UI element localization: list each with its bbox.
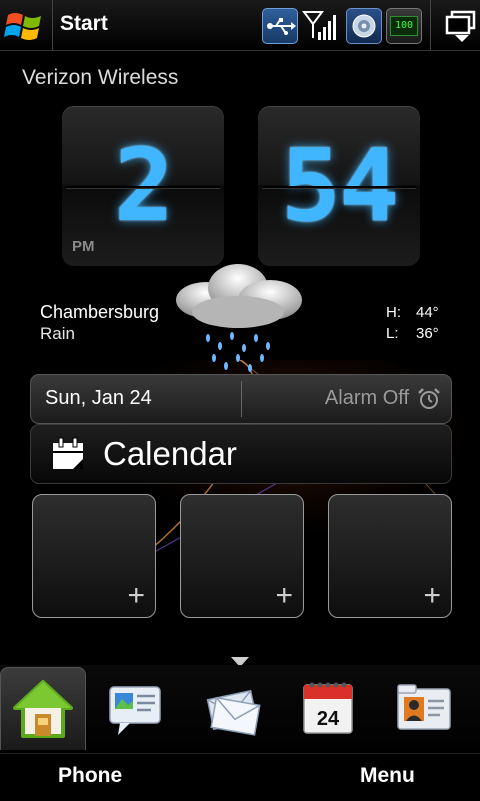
windows-logo-icon[interactable] xyxy=(4,9,44,43)
weather-high-value: 44° xyxy=(416,304,439,321)
battery-level-text: 100 xyxy=(390,16,418,36)
carrier-name: Verizon Wireless xyxy=(22,66,179,89)
battery-icon[interactable]: 100 xyxy=(386,8,422,44)
clock-minutes: 54 xyxy=(280,127,399,244)
messages-icon xyxy=(109,686,161,735)
weather-condition: Rain xyxy=(40,324,75,343)
clock-hour: 2 xyxy=(113,127,174,244)
sound-icon[interactable] xyxy=(346,8,382,44)
shortcut-slot-2[interactable]: + xyxy=(180,494,304,618)
clock-minute-tile[interactable]: 54 xyxy=(258,106,420,266)
mail-icon xyxy=(206,689,261,736)
task-switcher-icon[interactable] xyxy=(445,9,477,43)
tab-home[interactable] xyxy=(0,667,86,750)
weather-city[interactable]: Chambersburg xyxy=(40,302,159,323)
signal-icon[interactable] xyxy=(302,8,336,42)
calendar-label: Calendar xyxy=(103,435,237,472)
status-bar: Start 100 xyxy=(0,0,480,51)
add-icon: + xyxy=(275,579,293,612)
alarm-status[interactable]: Alarm Off xyxy=(325,387,409,410)
contacts-icon xyxy=(397,684,451,730)
menu-softkey[interactable]: Menu xyxy=(360,764,415,788)
home-icon xyxy=(13,680,73,738)
calendar-icon xyxy=(51,437,85,471)
divider xyxy=(52,0,53,50)
softkey-bar: Phone Menu xyxy=(0,753,480,801)
alarm-clock-icon xyxy=(417,387,441,411)
calendar-shortcut[interactable]: Calendar xyxy=(30,424,452,484)
date-alarm-bar[interactable]: Sun, Jan 24 Alarm Off xyxy=(30,374,452,424)
add-icon: + xyxy=(423,579,441,612)
tab-strip: 24 xyxy=(0,665,480,753)
tab-contacts[interactable] xyxy=(382,667,466,749)
date-display[interactable]: Sun, Jan 24 xyxy=(45,387,152,410)
divider xyxy=(241,381,242,417)
usb-icon[interactable] xyxy=(262,8,298,44)
tab-messages[interactable] xyxy=(94,667,178,749)
clock-ampm: PM xyxy=(72,238,95,255)
calendar-day-number: 24 xyxy=(316,708,340,730)
tab-calendar[interactable]: 24 xyxy=(286,667,370,749)
shortcut-slot-1[interactable]: + xyxy=(32,494,156,618)
weather-high-label: H: xyxy=(386,304,401,321)
rain-cloud-icon xyxy=(168,258,308,384)
weather-low-label: L: xyxy=(386,325,399,342)
tab-mail[interactable] xyxy=(190,667,274,749)
start-button[interactable]: Start xyxy=(60,12,108,36)
divider xyxy=(430,0,431,50)
weather-low-value: 36° xyxy=(416,325,439,342)
shortcut-slot-3[interactable]: + xyxy=(328,494,452,618)
clock-hour-tile[interactable]: 2 PM xyxy=(62,106,224,266)
phone-softkey[interactable]: Phone xyxy=(58,764,122,788)
add-icon: + xyxy=(127,579,145,612)
